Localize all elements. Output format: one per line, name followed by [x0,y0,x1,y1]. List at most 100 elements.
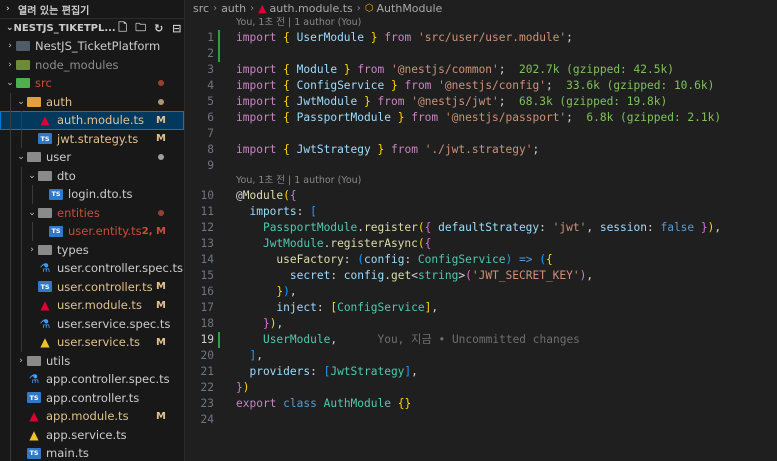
editor-pane: src › auth › ▲ auth.module.ts › ⬡ AuthModule You… [185,0,777,461]
tree-item[interactable]: TS user.entity.ts 2, M [0,222,184,241]
code-line[interactable]: 1 import { UserModule } from 'src/user/us… [185,30,777,46]
code-line[interactable]: 24 [185,412,777,428]
code-line[interactable]: 2 [185,46,777,62]
indent-guide [10,388,11,407]
code-token: : [310,365,324,378]
code-line[interactable]: 5 import { JwtModule } from '@nestjs/jwt'… [185,94,777,110]
code-token: : [296,205,311,218]
tree-item[interactable]: ▲ auth.module.ts M [0,111,184,130]
code-token: ) [283,285,290,298]
code-line[interactable]: 3 import { Module } from '@nestjs/common'… [185,62,777,78]
codelens-blame[interactable]: You, 1초 전 | 1 author (You) [185,174,777,188]
open-editors-section-header[interactable]: › 열려 있는 편집기 [0,0,184,18]
tree-item[interactable]: ▲ app.module.ts M [0,407,184,426]
code-editor[interactable]: You, 1초 전 | 1 author (You) 1 import { User… [185,16,777,428]
tree-item[interactable]: TS jwt.strategy.ts M [0,129,184,148]
breadcrumb-item[interactable]: src [193,2,209,15]
git-status-dot [158,209,164,216]
git-status-dot [158,98,164,105]
new-folder-icon[interactable]: 🗀 [134,21,148,35]
tree-item[interactable]: ⌄ entities [0,203,184,222]
line-number: 16 [200,285,214,298]
tree-item[interactable]: ⌄ src [0,74,184,93]
tree-item[interactable]: ▲ user.module.ts M [0,296,184,315]
breadcrumb-item[interactable]: auth [221,2,246,15]
code-line[interactable]: 8 import { JwtStrategy } from './jwt.stra… [185,142,777,158]
line-number: 23 [200,397,214,410]
code-token: imports [236,205,297,218]
code-line[interactable]: 18 }), [185,316,777,332]
code-token: } [700,221,708,234]
code-text: imports: [ [236,204,316,220]
tree-item-label: user.module.ts [57,298,142,313]
code-token: '@nestjs/passport' [444,111,567,124]
tree-item[interactable]: ⚗ app.controller.spec.ts [0,370,184,389]
codelens-blame[interactable]: You, 1초 전 | 1 author (You) [185,16,777,30]
code-line[interactable]: 4 import { ConfigService } from '@nestjs/… [185,78,777,94]
refresh-icon[interactable]: ↻ [152,21,166,35]
codelens-text[interactable]: You, 1초 전 | 1 author (You) [236,16,361,30]
code-line[interactable]: 21 providers: [JwtStrategy], [185,364,777,380]
breadcrumb-item[interactable]: AuthModule [377,2,443,15]
code-token: ; [545,79,553,92]
code-line[interactable]: 17 inject: [ConfigService], [185,300,777,316]
folder-icon [16,77,30,89]
line-number: 9 [207,159,214,172]
code-line[interactable]: 7 [185,126,777,142]
code-line[interactable]: 19 UserModule, You, 지금 • Uncommitted cha… [185,332,777,348]
tree-item[interactable]: ▲ app.service.ts [0,425,184,444]
code-text: }), [236,284,296,300]
code-token: import [236,31,277,44]
chevron-right-icon: › [19,355,23,366]
tree-item[interactable]: › utils [0,351,184,370]
code-line[interactable]: 11 imports: [ [185,204,777,220]
tree-item[interactable]: ⌄ user [0,148,184,167]
tree-item-label: app.controller.ts [46,390,140,405]
code-line[interactable]: 10 @Module({ [185,188,777,204]
code-token: from [357,63,385,76]
code-line[interactable]: 20 ], [185,348,777,364]
code-token: AuthModule [323,397,391,410]
line-number: 8 [207,143,214,156]
collapse-all-icon[interactable]: ⊟ [170,21,184,35]
test-file-icon: ⚗ [39,261,51,276]
tree-item[interactable]: TS user.controller.ts M [0,277,184,296]
tree-item-label: login.dto.ts [68,187,133,202]
indent-guide [10,222,11,241]
code-line[interactable]: 13 JwtModule.registerAsync({ [185,236,777,252]
code-text: ], [236,348,263,364]
tree-item[interactable]: ⚗ user.service.spec.ts [0,314,184,333]
tree-item[interactable]: › types [0,240,184,259]
codelens-text[interactable]: You, 1초 전 | 1 author (You) [236,174,361,188]
tree-item[interactable]: ⚗ user.controller.spec.ts [0,259,184,278]
indent-guide [10,111,11,130]
tree-item[interactable]: › NestJS_TicketPlatform [0,37,184,56]
code-line[interactable]: 9 [185,158,777,174]
code-token: } [262,317,270,330]
file-tree: › NestJS_TicketPlatform › node_modules ⌄ src ⌄… [0,37,184,461]
tree-item[interactable]: ▲ user.service.ts M [0,333,184,352]
tree-item[interactable]: TS login.dto.ts [0,185,184,204]
tree-item[interactable]: TS app.controller.ts [0,388,184,407]
code-line[interactable]: 22}) [185,380,777,396]
code-line[interactable]: 16 }), [185,284,777,300]
workspace-root-header[interactable]: ⌄ NESTJS_TIKETPL... 🗋 🗀 ↻ ⊟ [0,18,184,37]
code-line[interactable]: 6 import { PassportModule } from '@nestjs… [185,110,777,126]
code-line[interactable]: 14 useFactory: (config: ConfigService) =… [185,252,777,268]
tree-item[interactable]: ⌄ dto [0,166,184,185]
code-token: } [370,31,378,44]
new-file-icon[interactable]: 🗋 [116,21,130,35]
chevron-down-icon: ⌄ [6,23,14,33]
code-line[interactable]: 23 export class AuthModule {} [185,396,777,412]
chevron-down-icon: ⌄ [17,152,25,163]
breadcrumb-item[interactable]: auth.module.ts [270,2,353,15]
code-line[interactable]: 15 secret: config.get<string>('JWT_SECRE… [185,268,777,284]
git-status-badge: M [156,114,166,126]
indent-guide [10,185,11,204]
tree-item[interactable]: › node_modules [0,56,184,75]
tree-item[interactable]: ⌄ auth [0,92,184,111]
code-line[interactable]: 12 PassportModule.register({ defaultStra… [185,220,777,236]
tree-item[interactable]: TS main.ts [0,444,184,461]
folder-icon [27,151,41,163]
